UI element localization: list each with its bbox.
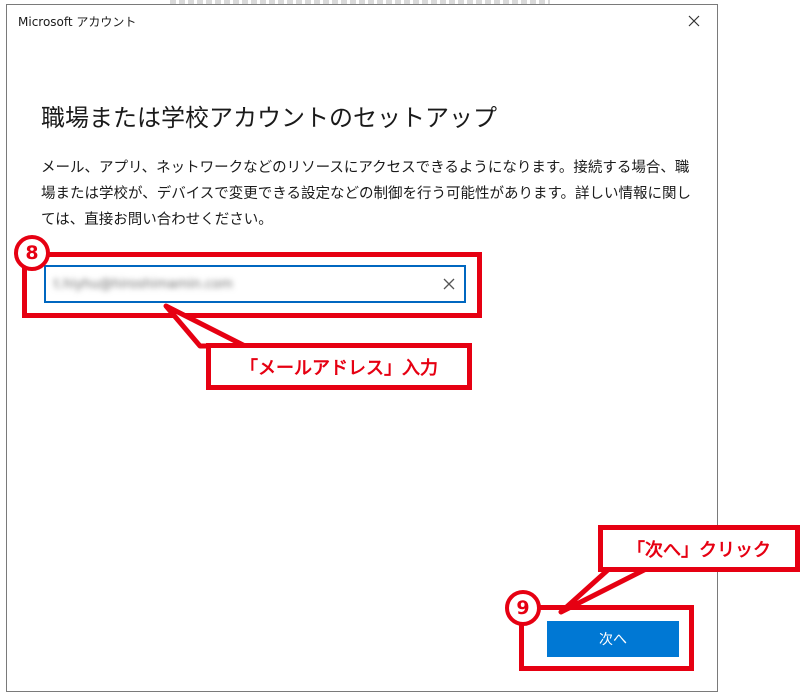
callout-pointer-next: [558, 565, 651, 615]
callout-next-button: 「次へ」クリック: [598, 525, 800, 572]
